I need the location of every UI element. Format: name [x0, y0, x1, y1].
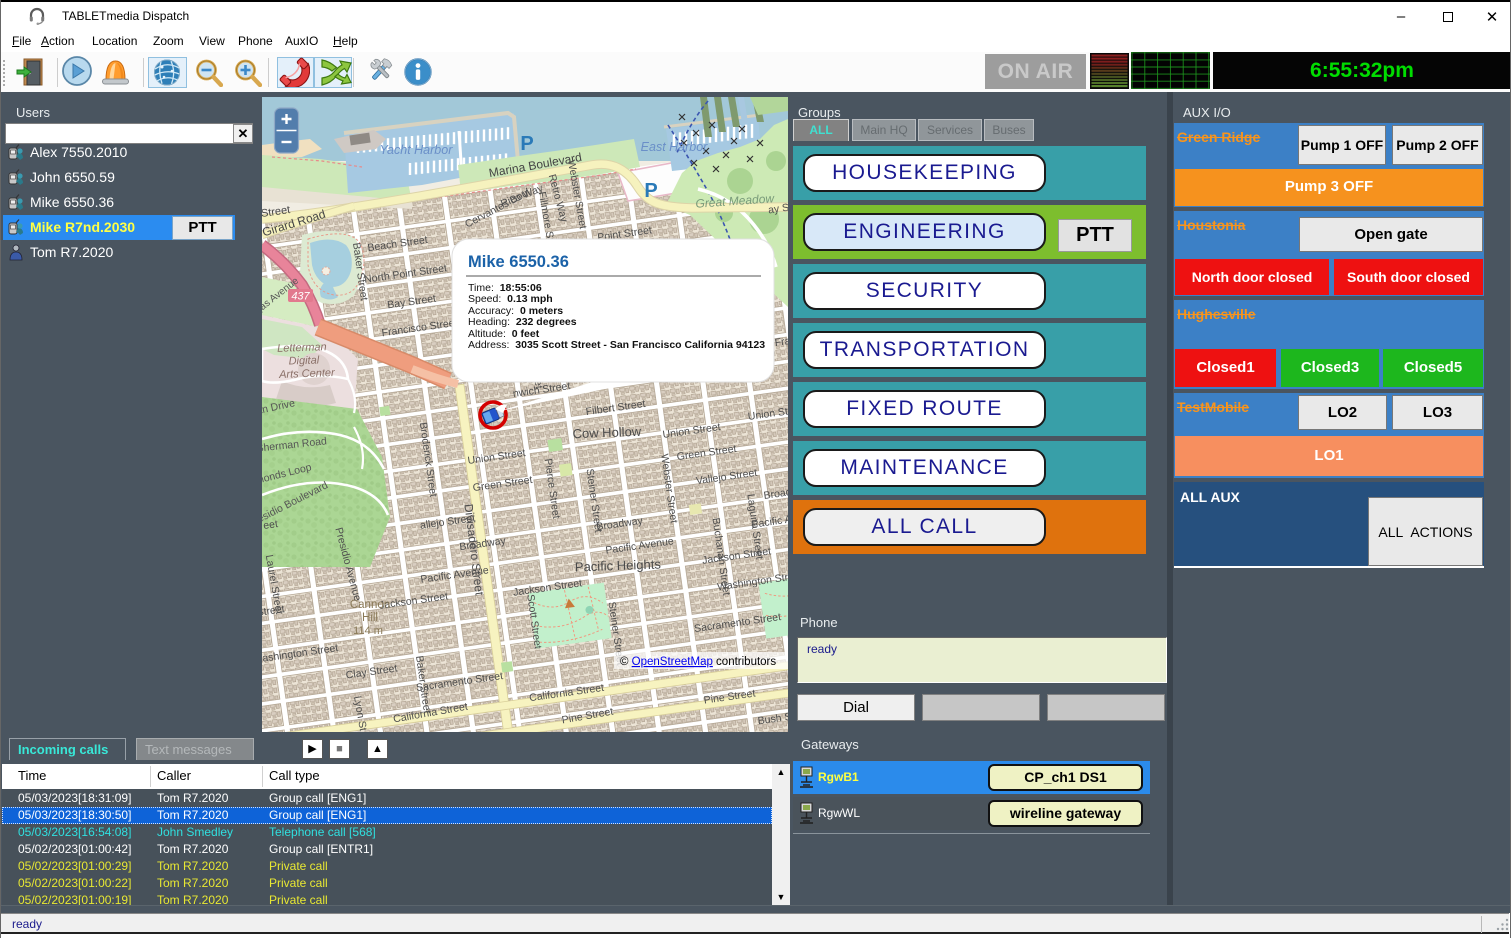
svg-text:Address: 3035 Scott Street -: Address: 3035 Scott Street - San Francis…	[468, 339, 765, 351]
svg-text:Letterman: Letterman	[277, 341, 327, 355]
svg-text:Speed: 0.13 mph: Speed: 0.13 mph	[468, 293, 553, 305]
svg-text:eet: eet	[263, 518, 279, 532]
svg-text:Mike 6550.36: Mike 6550.36	[468, 253, 569, 271]
svg-text:114 m: 114 m	[353, 625, 383, 637]
svg-text:East Harbor: East Harbor	[641, 140, 709, 154]
svg-text:437: 437	[291, 291, 310, 303]
svg-text:P: P	[520, 133, 533, 155]
svg-text:Fra: Fra	[774, 335, 788, 349]
svg-text:Hill: Hill	[362, 612, 378, 624]
svg-text:Heading: 232 degrees: Heading: 232 degrees	[468, 316, 577, 328]
svg-text:P: P	[644, 180, 657, 202]
svg-text:Pacific Heights: Pacific Heights	[575, 556, 662, 574]
svg-text:Yacht Harbor: Yacht Harbor	[380, 143, 454, 157]
svg-text:Cow Hollow: Cow Hollow	[572, 424, 642, 441]
svg-text:Digital: Digital	[288, 354, 320, 367]
svg-text:Arts Center: Arts Center	[278, 367, 336, 381]
svg-text:© OpenStreetMap contributors: © OpenStreetMap contributors	[620, 656, 776, 668]
